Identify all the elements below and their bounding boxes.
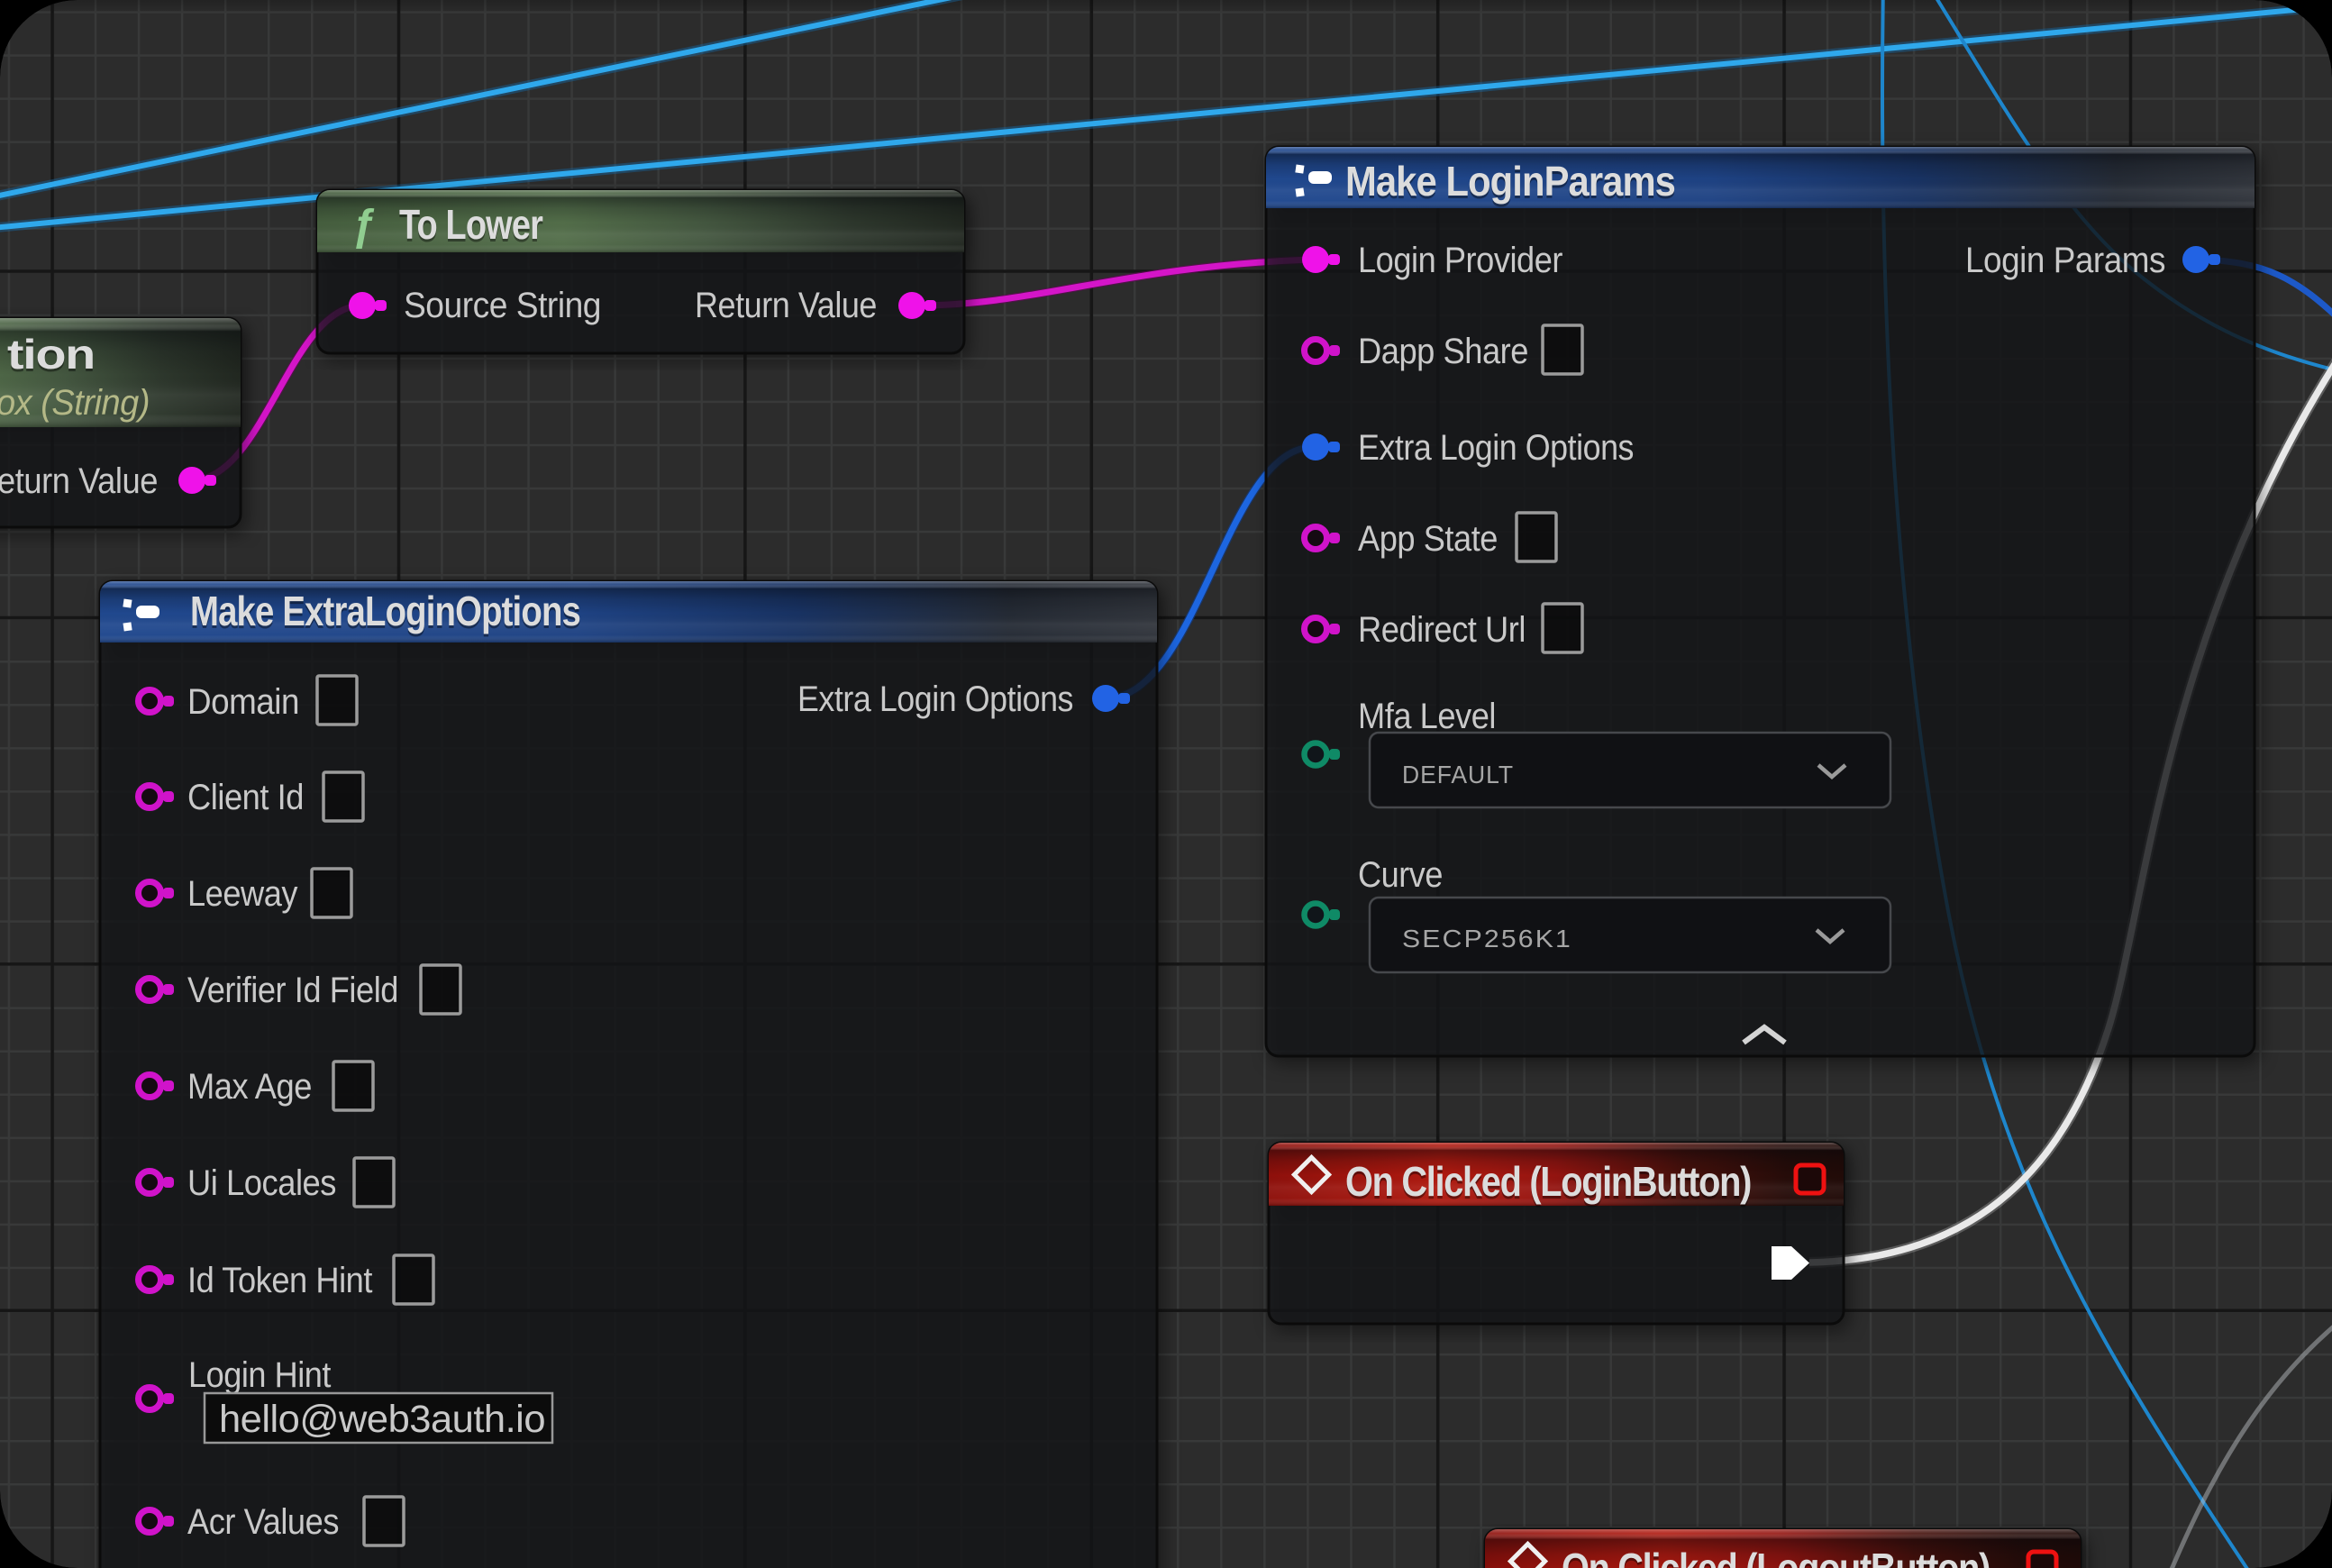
svg-text:App State: App State — [1358, 519, 1498, 559]
svg-text:Login Provider: Login Provider — [1358, 241, 1562, 280]
svg-text:hello@web3auth.io: hello@web3auth.io — [219, 1398, 545, 1441]
svg-text:DEFAULT: DEFAULT — [1402, 761, 1514, 789]
svg-text:ox (String): ox (String) — [0, 383, 150, 423]
svg-text:To Lower: To Lower — [399, 201, 543, 248]
svg-text:Client Id: Client Id — [187, 778, 304, 817]
svg-text:Mfa Level: Mfa Level — [1358, 697, 1496, 736]
svg-text:tion: tion — [7, 331, 95, 378]
svg-text:Ui Locales: Ui Locales — [187, 1163, 336, 1203]
svg-text:SECP256K1: SECP256K1 — [1402, 925, 1572, 953]
svg-text:Login Hint: Login Hint — [188, 1355, 331, 1395]
svg-text:Domain: Domain — [187, 682, 299, 722]
svg-text:Curve: Curve — [1358, 855, 1443, 895]
svg-text:Extra Login Options: Extra Login Options — [797, 679, 1073, 719]
svg-text:Redirect Url: Redirect Url — [1358, 610, 1526, 650]
svg-text:Make ExtraLoginOptions: Make ExtraLoginOptions — [190, 588, 580, 634]
svg-text:Leeway: Leeway — [187, 874, 297, 914]
svg-text:Make LoginParams: Make LoginParams — [1345, 158, 1675, 205]
svg-text:Verifier Id Field: Verifier Id Field — [187, 971, 398, 1010]
svg-text:Acr Values: Acr Values — [187, 1502, 339, 1542]
svg-text:On Clicked (LogoutButton): On Clicked (LogoutButton) — [1562, 1545, 1990, 1568]
svg-text:Login Params: Login Params — [1965, 241, 2165, 280]
svg-text:Source String: Source String — [404, 286, 601, 325]
svg-text:Max Age: Max Age — [187, 1067, 312, 1107]
svg-text:eturn Value: eturn Value — [0, 461, 158, 501]
svg-text:Extra Login Options: Extra Login Options — [1358, 428, 1634, 468]
svg-text:ƒ: ƒ — [351, 202, 376, 250]
svg-text:On Clicked (LoginButton): On Clicked (LoginButton) — [1345, 1158, 1751, 1205]
svg-text:Dapp Share: Dapp Share — [1358, 332, 1528, 371]
svg-text:Return Value: Return Value — [695, 286, 877, 325]
svg-text:Id Token Hint: Id Token Hint — [187, 1261, 372, 1300]
